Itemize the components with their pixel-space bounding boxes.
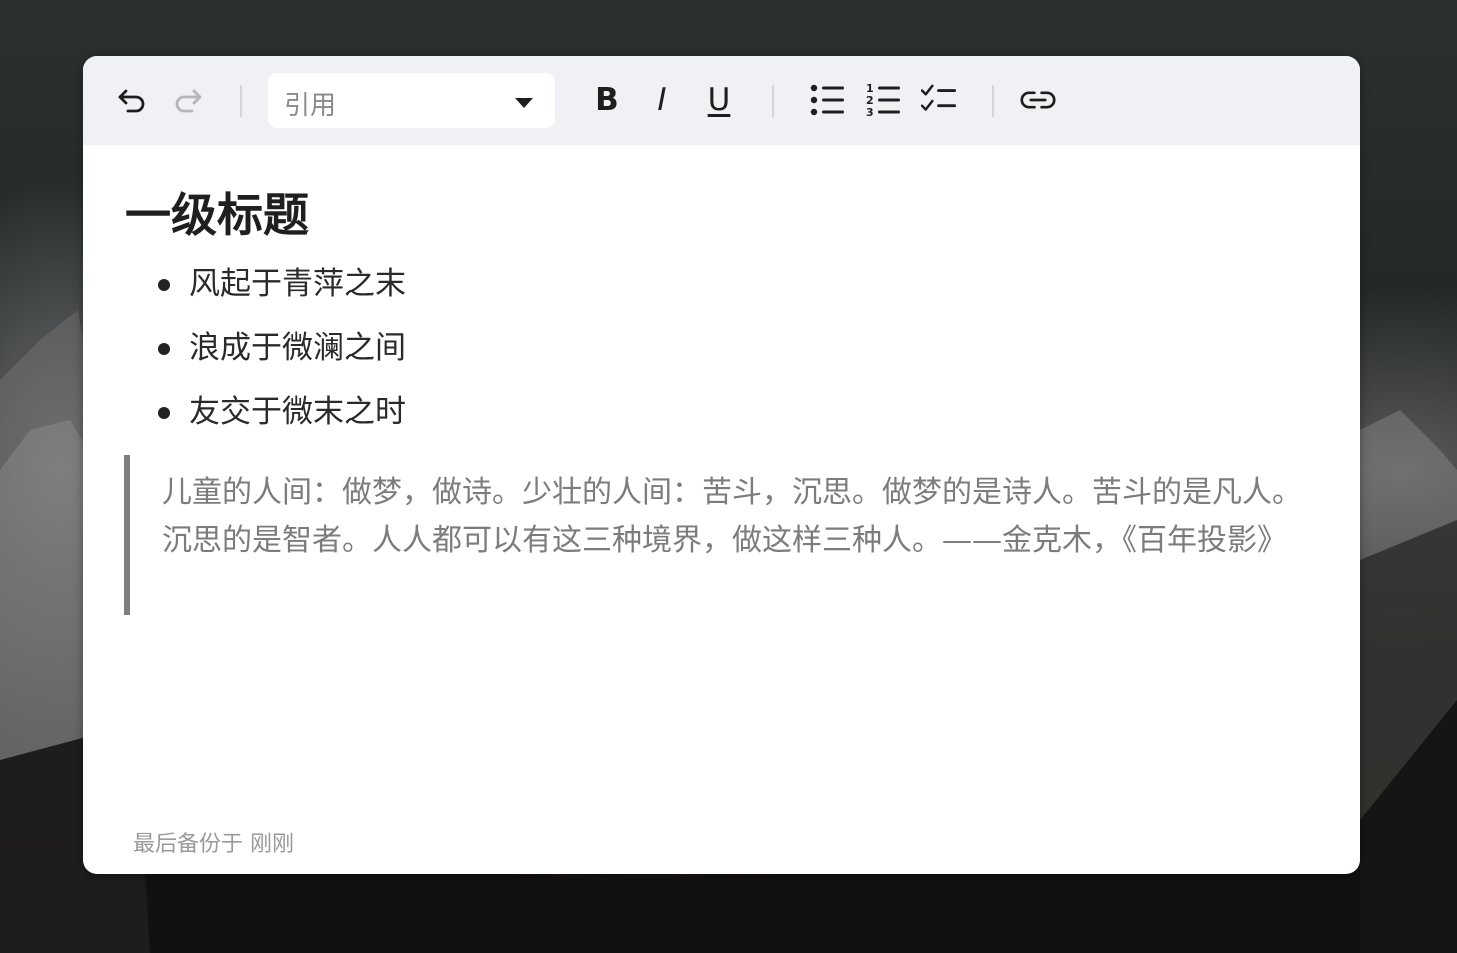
list-item-text: 浪成于微澜之间 [189, 330, 406, 366]
list-item-text: 友交于微末之时 [189, 394, 406, 430]
bullet-marker [158, 407, 170, 419]
backup-status: 最后备份于 刚刚 [133, 832, 294, 857]
link-icon [1020, 91, 1056, 109]
ordered-list-icon: 1 2 3 [866, 82, 900, 119]
bullet-marker [158, 343, 170, 355]
toolbar-divider [992, 85, 994, 117]
undo-button[interactable] [114, 82, 150, 118]
bullet-marker [158, 279, 170, 291]
bullet-list-icon [810, 84, 844, 116]
toolbar-divider [772, 85, 774, 117]
ordered-list-button[interactable]: 1 2 3 [865, 82, 901, 119]
block-style-value: 引用 [284, 91, 337, 121]
list-item[interactable]: 风起于青萍之末 [83, 262, 683, 306]
list-item[interactable]: 友交于微末之时 [83, 390, 683, 434]
redo-button[interactable] [170, 82, 206, 118]
list-item-text: 风起于青萍之末 [189, 266, 406, 302]
toolbar: 引用 B I U 1 2 3 [83, 56, 1360, 145]
bold-icon: B [595, 82, 619, 118]
task-list-icon [921, 84, 957, 111]
bullet-list-button[interactable] [809, 82, 845, 118]
svg-text:3: 3 [866, 106, 874, 119]
blockquote-text: 儿童的人间：做梦，做诗。少壮的人间：苦斗，沉思。做梦的是诗人。苦斗的是凡人。沉思… [162, 475, 1302, 558]
italic-icon: I [657, 82, 667, 118]
task-list-button[interactable] [921, 82, 957, 118]
list-item[interactable]: 浪成于微澜之间 [83, 326, 683, 370]
underline-icon: U [707, 82, 731, 118]
blockquote[interactable]: 儿童的人间：做梦，做诗。少壮的人间：苦斗，沉思。做梦的是诗人。苦斗的是凡人。沉思… [124, 455, 1317, 615]
toolbar-divider [240, 85, 242, 117]
link-button[interactable] [1020, 82, 1056, 118]
block-style-select[interactable]: 引用 [268, 73, 555, 128]
underline-button[interactable]: U [701, 82, 737, 118]
heading-1[interactable]: 一级标题 [125, 185, 309, 245]
bold-button[interactable]: B [589, 82, 625, 118]
editor-window: 引用 B I U 1 2 3 一级标题 风起于青萍之末 浪成于微澜之间 友交于微… [83, 56, 1360, 874]
redo-icon [175, 89, 202, 113]
undo-icon [118, 89, 145, 113]
chevron-down-icon [515, 98, 533, 108]
italic-button[interactable]: I [644, 82, 680, 118]
